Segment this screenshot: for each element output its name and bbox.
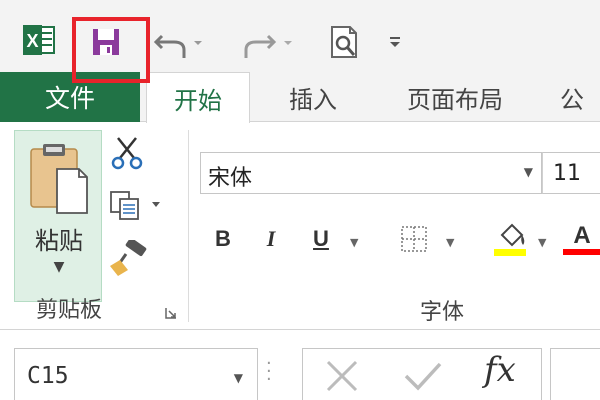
customize-qat-icon: [390, 37, 400, 47]
italic-button[interactable]: I: [256, 222, 286, 256]
tab-insert[interactable]: 插入: [270, 72, 356, 122]
italic-label: I: [266, 226, 276, 251]
enter-check-icon[interactable]: [402, 358, 444, 394]
save-button[interactable]: [80, 20, 132, 64]
chevron-down-icon[interactable]: ▼: [446, 236, 454, 249]
group-divider: [188, 130, 189, 322]
ribbon-tabs: 文件 开始 插入 页面布局 公: [0, 72, 600, 123]
svg-text:X: X: [26, 31, 38, 51]
chevron-down-icon[interactable]: ▼: [538, 236, 546, 249]
font-size-combobox[interactable]: 11: [542, 152, 600, 194]
font-size-value: 11: [553, 161, 581, 186]
save-icon: [93, 29, 119, 55]
font-name-combobox[interactable]: 宋体 ▼: [200, 152, 542, 194]
redo-button[interactable]: [234, 22, 294, 62]
chevron-down-icon[interactable]: ▼: [524, 165, 533, 179]
name-box-value: C15: [27, 363, 69, 389]
tab-home[interactable]: 开始: [146, 72, 250, 123]
dialog-launcher-icon[interactable]: [164, 306, 178, 320]
font-group-label: 字体: [420, 300, 465, 325]
formula-input[interactable]: [550, 348, 600, 400]
insert-function-button[interactable]: fx: [484, 350, 516, 390]
chevron-down-icon: ▼: [53, 259, 65, 275]
borders-icon: [401, 226, 427, 252]
tab-file[interactable]: 文件: [0, 72, 140, 122]
clipboard-group-label: 剪贴板: [36, 298, 103, 323]
paste-icon: [30, 144, 88, 214]
grip-icon[interactable]: · · ·: [266, 355, 272, 389]
cancel-icon[interactable]: [322, 358, 362, 394]
underline-button[interactable]: U: [304, 222, 338, 256]
font-color-button[interactable]: A: [562, 222, 600, 256]
underline-label: U: [313, 226, 329, 251]
quick-access-toolbar: X: [0, 0, 600, 72]
name-box[interactable]: C15 ▼: [14, 348, 258, 400]
print-preview-icon: [331, 26, 357, 58]
fill-color-icon: [494, 223, 526, 256]
redo-icon: [244, 34, 292, 58]
undo-button[interactable]: [152, 22, 204, 62]
tab-formulas[interactable]: 公: [560, 72, 600, 122]
font-name-value: 宋体: [208, 166, 253, 191]
borders-button[interactable]: [396, 222, 432, 256]
font-color-letter: A: [573, 222, 591, 249]
format-painter-icon[interactable]: [108, 240, 152, 278]
print-preview-button[interactable]: [322, 20, 366, 64]
customize-qat-button[interactable]: [384, 28, 406, 56]
chevron-down-icon[interactable]: ▼: [350, 236, 358, 249]
paste-label: 粘贴: [35, 227, 83, 255]
fill-color-button[interactable]: [490, 222, 530, 256]
chevron-down-icon[interactable]: ▼: [234, 371, 243, 385]
copy-icon[interactable]: [108, 190, 162, 220]
paste-button[interactable]: 粘贴 ▼: [14, 130, 102, 302]
excel-logo-icon: X: [22, 24, 56, 56]
undo-icon: [153, 34, 202, 58]
tab-page-layout[interactable]: 页面布局: [390, 72, 520, 122]
cut-icon[interactable]: [110, 136, 144, 170]
bold-button[interactable]: B: [206, 222, 240, 256]
font-color-swatch: [563, 249, 600, 255]
bold-label: B: [215, 226, 231, 251]
